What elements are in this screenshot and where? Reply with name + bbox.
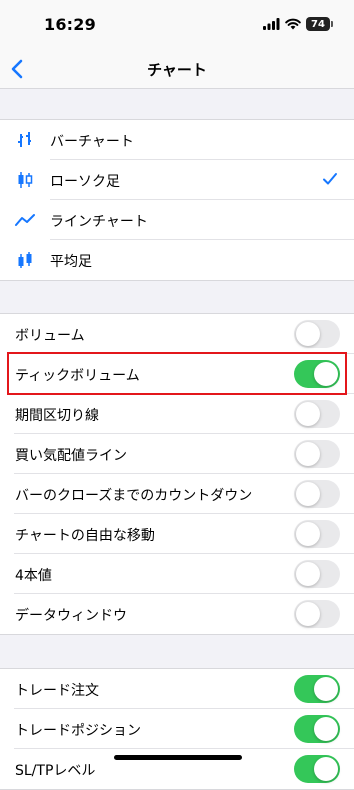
- setting-label: ボリューム: [15, 328, 85, 344]
- data-window-toggle[interactable]: [294, 600, 340, 628]
- volume-toggle[interactable]: [294, 320, 340, 348]
- chart-type-label: ラインチャート: [50, 214, 148, 230]
- battery-icon: 74: [306, 17, 333, 31]
- ohlc-toggle[interactable]: [294, 560, 340, 588]
- setting-label: トレード注文: [15, 683, 99, 699]
- setting-row-data-window: データウィンドウ: [0, 594, 354, 634]
- trade-positions-toggle[interactable]: [294, 715, 340, 743]
- highlight-box: [7, 352, 347, 395]
- chart-type-label: バーチャート: [50, 134, 134, 150]
- trade-settings-group: トレード注文 トレードポジション SL/TPレベル: [0, 668, 354, 790]
- heikin-ashi-icon: [18, 252, 32, 268]
- setting-label: バーのクローズまでのカウントダウン: [15, 488, 253, 504]
- chart-type-bar[interactable]: バーチャート: [0, 120, 354, 160]
- wifi-icon: [285, 18, 301, 30]
- setting-row-bar-countdown: バーのクローズまでのカウントダウン: [0, 474, 354, 514]
- setting-label: 買い気配値ライン: [15, 448, 127, 464]
- setting-label: SL/TPレベル: [15, 763, 96, 779]
- setting-row-ask-line: 買い気配値ライン: [0, 434, 354, 474]
- setting-label: 4本値: [15, 568, 52, 584]
- chart-type-heikin-ashi[interactable]: 平均足: [0, 240, 354, 280]
- setting-row-free-chart-move: チャートの自由な移動: [0, 514, 354, 554]
- signal-icon: [263, 18, 280, 30]
- chart-type-label: 平均足: [50, 254, 92, 270]
- setting-label: データウィンドウ: [15, 608, 127, 624]
- period-separators-toggle[interactable]: [294, 400, 340, 428]
- chart-type-label: ローソク足: [50, 174, 120, 190]
- setting-row-period-separators: 期間区切り線: [0, 394, 354, 434]
- candlestick-icon: [18, 172, 33, 188]
- chart-type-line[interactable]: ラインチャート: [0, 200, 354, 240]
- free-chart-move-toggle[interactable]: [294, 520, 340, 548]
- ask-line-toggle[interactable]: [294, 440, 340, 468]
- chart-type-candlestick[interactable]: ローソク足: [0, 160, 354, 200]
- setting-row-volume: ボリューム: [0, 314, 354, 354]
- sltp-levels-toggle[interactable]: [294, 755, 340, 783]
- page-title: チャート: [147, 61, 207, 79]
- setting-label: チャートの自由な移動: [15, 528, 155, 544]
- chart-type-group: バーチャート ローソク足 ラインチャート 平均足: [0, 119, 354, 281]
- setting-label: 期間区切り線: [15, 408, 99, 424]
- status-time: 16:29: [44, 15, 96, 34]
- line-chart-icon: [15, 214, 35, 226]
- setting-row-trade-positions: トレードポジション: [0, 709, 354, 749]
- checkmark-icon: [323, 173, 337, 185]
- status-bar: 16:29 74: [0, 0, 354, 50]
- trade-orders-toggle[interactable]: [294, 675, 340, 703]
- setting-row-trade-orders: トレード注文: [0, 669, 354, 709]
- bar-chart-icon: [18, 132, 31, 147]
- setting-row-ohlc: 4本値: [0, 554, 354, 594]
- status-icons: 74: [263, 16, 333, 32]
- bar-countdown-toggle[interactable]: [294, 480, 340, 508]
- setting-label: トレードポジション: [15, 723, 141, 739]
- home-indicator: [114, 755, 242, 760]
- navigation-bar: チャート: [0, 50, 354, 89]
- battery-level: 74: [311, 18, 325, 30]
